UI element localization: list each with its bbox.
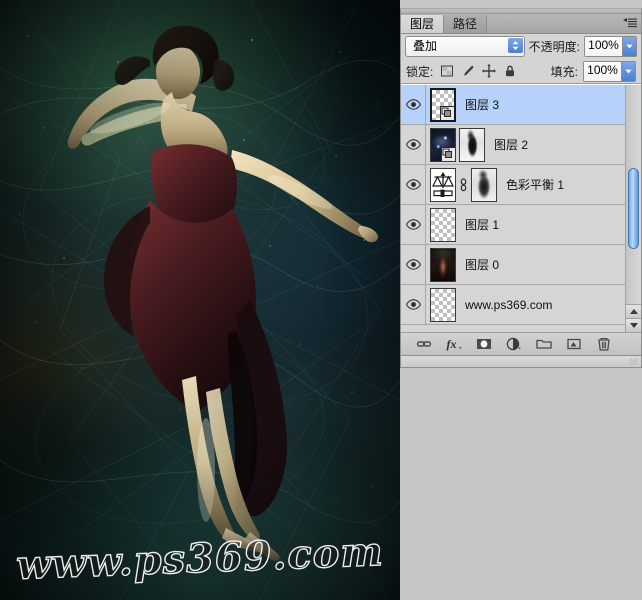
table-row[interactable]: 图层 0 (401, 245, 625, 285)
clipping-mask-badge-icon (440, 105, 454, 120)
layer-style-fx-icon[interactable]: fx (446, 336, 462, 352)
layer-thumbnails-3[interactable] (426, 207, 456, 242)
layer-name-4: 图层 0 (465, 258, 500, 272)
fill-label: 填充: (550, 64, 578, 79)
layer-visibility-toggle-4[interactable] (401, 245, 426, 284)
color-balance-icon (431, 168, 455, 201)
layers-panel-toolbar: fx (401, 332, 641, 355)
layers-panel[interactable]: 图层 路径 叠加 不透明度: 100% 锁定: 填充: 100% 图层 3 图层… (400, 8, 642, 356)
lock-position-icon[interactable] (482, 64, 497, 78)
eye-icon (405, 219, 421, 230)
layer-visibility-toggle-3[interactable] (401, 205, 426, 244)
layer-name-0: 图层 3 (465, 98, 500, 112)
table-row[interactable]: 色彩平衡 1 (401, 165, 625, 205)
scrollbar-track[interactable] (626, 85, 641, 304)
transparency-checker (431, 288, 455, 321)
fill-value: 100% (584, 61, 621, 81)
layer-list-container: 图层 3 图层 2 色彩平衡 1 图层 1 图层 0 www.ps369.com (401, 84, 641, 332)
scrollbar-thumb[interactable] (628, 168, 639, 250)
layer-name-3: 图层 1 (465, 218, 500, 232)
scroll-up-arrow-icon (629, 309, 638, 314)
layer-name-1: 图层 2 (494, 138, 529, 152)
opacity-field[interactable]: 100% (584, 36, 637, 57)
layer-thumbnail-5[interactable] (430, 287, 456, 322)
blend-mode-select[interactable]: 叠加 (405, 36, 525, 57)
layer-thumbnail-4[interactable] (430, 247, 456, 282)
layer-visibility-toggle-5[interactable] (401, 285, 426, 324)
layer-mask-artwork (472, 168, 496, 201)
opacity-label: 不透明度: (528, 40, 580, 54)
blend-mode-value: 叠加 (413, 39, 438, 53)
layer-visibility-toggle-0[interactable] (401, 85, 426, 124)
new-layer-icon[interactable] (566, 336, 582, 352)
layer-thumbnail-0[interactable] (430, 87, 456, 122)
link-layers-icon[interactable] (416, 336, 432, 352)
lock-image-pixels-icon[interactable] (461, 64, 475, 78)
layer-thumbnails-5[interactable] (426, 287, 456, 322)
eye-icon (405, 139, 421, 150)
layer-list-scrollbar[interactable] (625, 85, 641, 332)
table-row[interactable]: 图层 3 (401, 85, 625, 125)
new-group-folder-icon[interactable] (536, 336, 552, 352)
layer-name-2: 色彩平衡 1 (506, 178, 565, 192)
tab-layers[interactable]: 图层 (401, 15, 445, 33)
lock-label: 锁定: (406, 64, 434, 79)
layer-visibility-toggle-1[interactable] (401, 125, 426, 164)
panel-tab-bar: 图层 路径 (401, 14, 641, 34)
scroll-down-arrow-icon (629, 323, 638, 328)
opacity-value: 100% (585, 37, 622, 56)
layer-mask-thumbnail-1[interactable] (459, 127, 485, 162)
tab-paths[interactable]: 路径 (444, 15, 488, 33)
adjustment-layer-thumbnail-2[interactable] (430, 167, 456, 202)
canvas-dancer-figure (67, 25, 379, 561)
image-canvas[interactable]: www.ps369.com (0, 0, 400, 600)
lock-icon-group (440, 64, 517, 78)
layer-thumbnails-1[interactable] (426, 127, 485, 162)
transparency-checker (431, 208, 455, 241)
resize-grip-icon[interactable] (629, 358, 638, 365)
add-layer-mask-icon[interactable] (476, 336, 492, 352)
table-row[interactable]: 图层 2 (401, 125, 625, 165)
layer-mask-thumbnail-2[interactable] (471, 167, 497, 202)
layer-thumbnail-artwork (431, 248, 455, 281)
opacity-dropdown-icon[interactable] (622, 37, 636, 56)
layer-thumbnails-0[interactable] (426, 87, 456, 122)
layer-thumbnail-3[interactable] (430, 207, 456, 242)
scroll-down-button[interactable] (626, 318, 641, 332)
scroll-up-button[interactable] (626, 304, 641, 318)
layer-thumbnails-4[interactable] (426, 247, 456, 282)
table-row[interactable]: 图层 1 (401, 205, 625, 245)
layer-name-5: www.ps369.com (465, 297, 553, 312)
svg-text:fx: fx (447, 337, 457, 351)
delete-layer-trash-icon[interactable] (596, 336, 612, 352)
layer-list[interactable]: 图层 3 图层 2 色彩平衡 1 图层 1 图层 0 www.ps369.com (401, 85, 625, 332)
mask-link-icon[interactable] (459, 177, 468, 192)
lock-transparent-pixels-icon[interactable] (440, 64, 454, 78)
layer-visibility-toggle-2[interactable] (401, 165, 426, 204)
table-row[interactable]: www.ps369.com (401, 285, 625, 325)
panel-resize-footer[interactable] (400, 356, 642, 368)
blend-opacity-row: 叠加 不透明度: 100% (401, 34, 641, 59)
eye-icon (405, 99, 421, 110)
fill-dropdown-icon[interactable] (621, 61, 635, 81)
fill-field[interactable]: 100% (583, 60, 636, 82)
clipping-mask-badge-icon (441, 146, 455, 161)
layer-thumbnails-2[interactable] (426, 167, 497, 202)
lock-all-icon[interactable] (503, 64, 517, 78)
screen-root: www.ps369.com 图层 路径 叠加 不透明度: 100% 锁定: 填充… (0, 0, 642, 600)
layer-thumbnail-1[interactable] (430, 127, 456, 162)
panel-menu-icon[interactable] (623, 17, 637, 29)
eye-icon (405, 179, 421, 190)
lock-fill-row: 锁定: 填充: 100% (401, 59, 641, 84)
new-adjustment-layer-icon[interactable] (506, 336, 522, 352)
layer-mask-artwork (460, 128, 484, 161)
blend-mode-stepper-icon[interactable] (507, 38, 523, 53)
eye-icon (405, 259, 421, 270)
eye-icon (405, 299, 421, 310)
